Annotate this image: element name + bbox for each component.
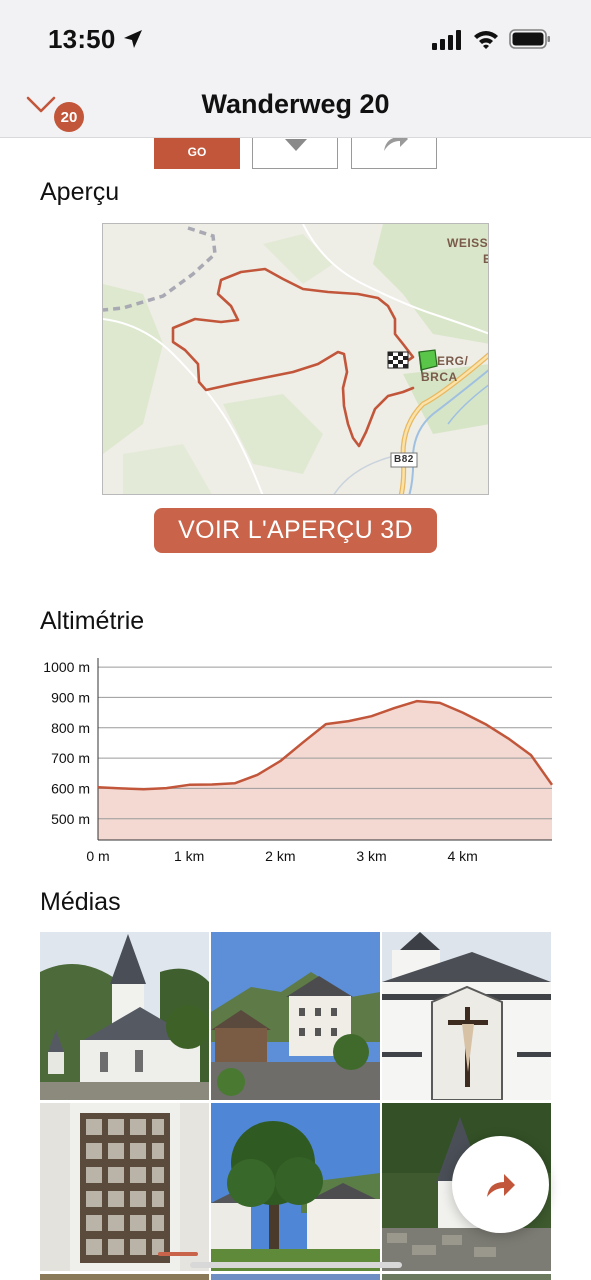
cellular-signal-icon [432, 30, 461, 50]
home-indicator [190, 1262, 402, 1268]
media-thumbnail-church[interactable] [40, 932, 209, 1100]
media-thumbnail-tree[interactable] [211, 1103, 380, 1271]
wifi-icon [474, 31, 498, 49]
view-3d-button[interactable]: VOIR L'APERÇU 3D [154, 508, 437, 553]
media-thumbnail-lattice[interactable] [40, 1103, 209, 1271]
y-tick-label: 1000 m [43, 659, 90, 675]
page-title: Wanderweg 20 [201, 89, 390, 119]
map-label-town-1: ERG/ [437, 354, 469, 368]
finish-flag-icon [387, 351, 409, 369]
y-tick-label: 900 m [51, 689, 90, 705]
overview-heading: Aperçu [40, 178, 120, 206]
go-button-label: GO [187, 145, 207, 159]
map-label-weiss: WEISS [447, 236, 489, 250]
y-tick-label: 700 m [51, 750, 90, 766]
location-arrow-icon [124, 30, 142, 48]
media-thumbnail-partial-1[interactable] [40, 1274, 209, 1280]
route-map[interactable]: WEISS E ERG/ BRCA B82 [102, 223, 489, 495]
share-fab-button[interactable] [452, 1136, 549, 1233]
share-icon [486, 1173, 515, 1197]
map-label-weiss-2: E [483, 252, 488, 266]
map-label-town-2: BRCA [421, 370, 458, 384]
media-scroll-indicator [158, 1252, 198, 1256]
status-time: 13:50 [48, 24, 116, 54]
media-thumbnail-farmhouse[interactable] [211, 932, 380, 1100]
media-thumbnail-partial-2[interactable] [211, 1274, 380, 1280]
elevation-heading: Altimétrie [40, 607, 145, 635]
media-thumbnail-crucifix[interactable] [382, 932, 551, 1100]
y-tick-label: 600 m [51, 780, 90, 796]
x-tick-label: 2 km [265, 848, 295, 864]
elevation-chart: 500 m 600 m 700 m 800 m 900 m 1000 m 0 m 1 km 2 … [43, 658, 554, 864]
map-label-road: B82 [394, 454, 414, 465]
media-heading: Médias [40, 888, 121, 916]
status-bar: 13:50 [0, 0, 591, 80]
media-thumbnail-partial-3[interactable] [382, 1274, 551, 1280]
battery-icon [509, 29, 550, 49]
navigation-bar: 20 Wanderweg 20 [0, 80, 591, 138]
map-canvas [103, 224, 488, 494]
x-tick-label: 0 m [86, 848, 109, 864]
x-tick-label: 3 km [356, 848, 386, 864]
x-tick-label: 1 km [174, 848, 204, 864]
y-tick-label: 500 m [51, 811, 90, 827]
media-grid [40, 932, 551, 1280]
y-tick-label: 800 m [51, 720, 90, 736]
x-tick-label: 4 km [447, 848, 477, 864]
